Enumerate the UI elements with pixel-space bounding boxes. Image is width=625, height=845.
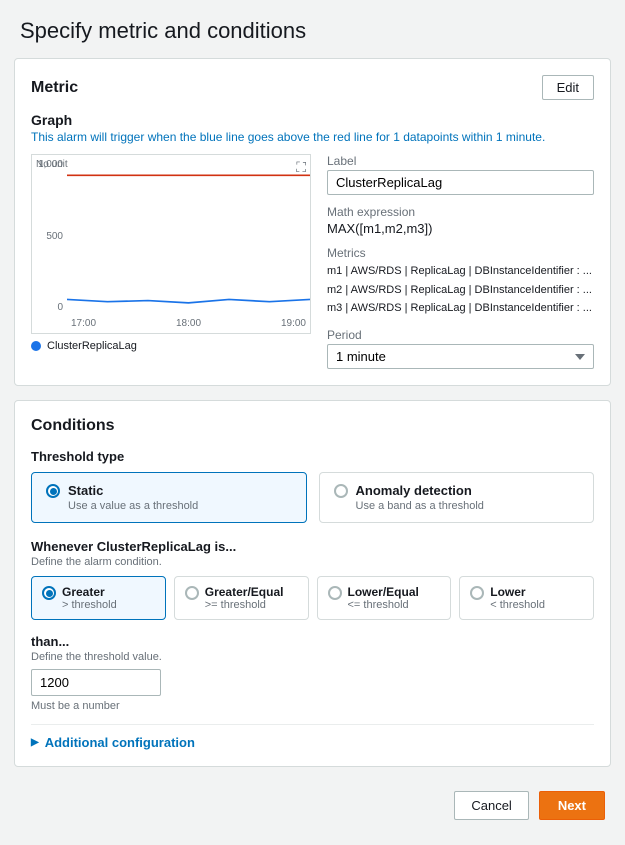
than-hint: Must be a number bbox=[31, 700, 594, 712]
condition-greater-equal-title: Greater/Equal bbox=[205, 585, 284, 599]
metric-item-m1: m1 | AWS/RDS | ReplicaLag | DBInstanceId… bbox=[327, 262, 594, 281]
metric-section-header: Metric Edit bbox=[31, 75, 594, 100]
threshold-option-static[interactable]: Static Use a value as a threshold bbox=[31, 472, 307, 523]
radio-greater bbox=[42, 586, 56, 600]
legend-label: ClusterReplicaLag bbox=[47, 340, 137, 352]
threshold-static-text: Static Use a value as a threshold bbox=[68, 483, 198, 512]
x-label-19: 19:00 bbox=[281, 318, 306, 329]
page-title: Specify metric and conditions bbox=[0, 0, 625, 58]
condition-greater-text: Greater > threshold bbox=[62, 585, 117, 611]
chevron-right-icon: ▶ bbox=[31, 737, 39, 748]
than-input[interactable] bbox=[31, 669, 161, 696]
conditions-card: Conditions Threshold type Static Use a v… bbox=[14, 400, 611, 767]
cancel-button[interactable]: Cancel bbox=[454, 791, 528, 820]
radio-static-inner bbox=[50, 488, 57, 495]
y-label-0: 0 bbox=[57, 302, 63, 313]
radio-anomaly bbox=[334, 484, 348, 498]
threshold-option-anomaly[interactable]: Anomaly detection Use a band as a thresh… bbox=[319, 472, 595, 523]
whenever-sublabel: Define the alarm condition. bbox=[31, 556, 594, 568]
metric-section-title: Metric bbox=[31, 79, 78, 97]
than-sublabel: Define the threshold value. bbox=[31, 651, 594, 663]
graph-x-axis: 17:00 18:00 19:00 bbox=[67, 313, 310, 333]
threshold-anomaly-desc: Use a band as a threshold bbox=[356, 500, 484, 512]
y-label-500: 500 bbox=[46, 231, 63, 242]
threshold-static-title: Static bbox=[68, 483, 198, 498]
threshold-anomaly-title: Anomaly detection bbox=[356, 483, 484, 498]
metric-card: Metric Edit Graph This alarm will trigge… bbox=[14, 58, 611, 386]
condition-lower-title: Lower bbox=[490, 585, 545, 599]
condition-row: Greater > threshold Greater/Equal >= thr… bbox=[31, 576, 594, 620]
threshold-anomaly-text: Anomaly detection Use a band as a thresh… bbox=[356, 483, 484, 512]
condition-lower-text: Lower < threshold bbox=[490, 585, 545, 611]
condition-lower-equal-title: Lower/Equal bbox=[348, 585, 419, 599]
condition-option-greater-equal[interactable]: Greater/Equal >= threshold bbox=[174, 576, 309, 620]
math-expr-value: MAX([m1,m2,m3]) bbox=[327, 221, 594, 236]
condition-greater-equal-desc: >= threshold bbox=[205, 599, 284, 611]
math-expr-label: Math expression bbox=[327, 205, 594, 219]
metric-item-m2: m2 | AWS/RDS | ReplicaLag | DBInstanceId… bbox=[327, 281, 594, 300]
label-field-label: Label bbox=[327, 154, 594, 168]
legend-dot bbox=[31, 341, 41, 351]
graph-svg bbox=[67, 155, 310, 313]
radio-lower bbox=[470, 586, 484, 600]
graph-subtitle: This alarm will trigger when the blue li… bbox=[31, 130, 594, 144]
y-label-1000: 1,000 bbox=[38, 159, 63, 170]
threshold-type-row: Static Use a value as a threshold Anomal… bbox=[31, 472, 594, 523]
label-input[interactable] bbox=[327, 170, 594, 195]
than-label: than... bbox=[31, 634, 594, 649]
additional-config-label: Additional configuration bbox=[45, 735, 195, 750]
footer: Cancel Next bbox=[0, 781, 625, 830]
condition-lower-equal-desc: <= threshold bbox=[348, 599, 419, 611]
graph-plot bbox=[67, 155, 310, 313]
threshold-static-desc: Use a value as a threshold bbox=[68, 500, 198, 512]
radio-lower-equal bbox=[328, 586, 342, 600]
metrics-list: m1 | AWS/RDS | ReplicaLag | DBInstanceId… bbox=[327, 262, 594, 318]
additional-config[interactable]: ▶ Additional configuration bbox=[31, 724, 594, 750]
threshold-type-label: Threshold type bbox=[31, 449, 594, 464]
radio-greater-inner bbox=[46, 590, 53, 597]
edit-button[interactable]: Edit bbox=[542, 75, 594, 100]
graph-container: No unit ⛶ 1,000 500 0 17:00 bbox=[31, 154, 311, 369]
x-label-17: 17:00 bbox=[71, 318, 96, 329]
period-select[interactable]: 1 minute 5 minutes 10 minutes 30 minutes… bbox=[327, 344, 594, 369]
condition-option-greater[interactable]: Greater > threshold bbox=[31, 576, 166, 620]
metrics-label: Metrics bbox=[327, 246, 594, 260]
condition-option-lower[interactable]: Lower < threshold bbox=[459, 576, 594, 620]
period-label: Period bbox=[327, 328, 594, 342]
graph-label: Graph bbox=[31, 112, 594, 128]
condition-greater-desc: > threshold bbox=[62, 599, 117, 611]
next-button[interactable]: Next bbox=[539, 791, 605, 820]
condition-lower-desc: < threshold bbox=[490, 599, 545, 611]
condition-lower-equal-text: Lower/Equal <= threshold bbox=[348, 585, 419, 611]
graph-legend: ClusterReplicaLag bbox=[31, 340, 311, 352]
condition-greater-title: Greater bbox=[62, 585, 117, 599]
condition-greater-equal-text: Greater/Equal >= threshold bbox=[205, 585, 284, 611]
graph-and-info: No unit ⛶ 1,000 500 0 17:00 bbox=[31, 154, 594, 369]
radio-static bbox=[46, 484, 60, 498]
whenever-label: Whenever ClusterReplicaLag is... bbox=[31, 539, 594, 554]
graph-info: Label Math expression MAX([m1,m2,m3]) Me… bbox=[327, 154, 594, 369]
x-label-18: 18:00 bbox=[176, 318, 201, 329]
graph-area: No unit ⛶ 1,000 500 0 17:00 bbox=[31, 154, 311, 334]
metric-item-m3: m3 | AWS/RDS | ReplicaLag | DBInstanceId… bbox=[327, 299, 594, 318]
radio-greater-equal bbox=[185, 586, 199, 600]
graph-y-axis: 1,000 500 0 bbox=[32, 155, 67, 313]
conditions-section-title: Conditions bbox=[31, 417, 594, 435]
condition-option-lower-equal[interactable]: Lower/Equal <= threshold bbox=[317, 576, 452, 620]
